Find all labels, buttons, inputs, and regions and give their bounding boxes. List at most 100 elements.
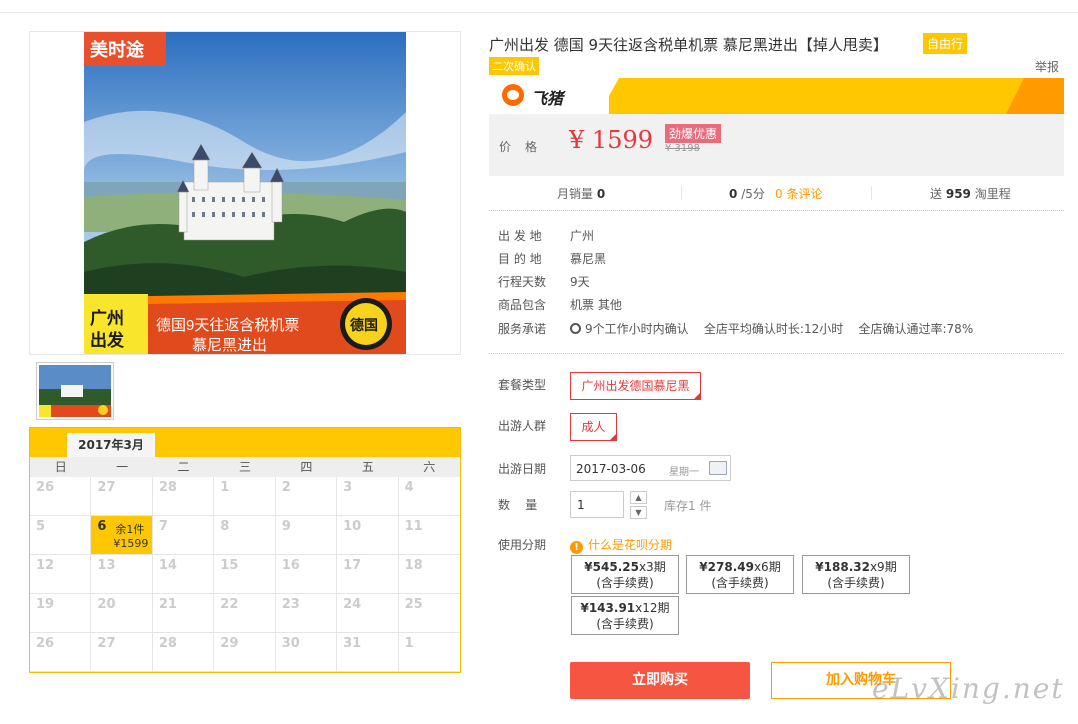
calendar-day[interactable]: 22: [214, 594, 276, 633]
calendar-day[interactable]: 30: [275, 633, 338, 672]
price-box: 价格 ¥ 1599 劲爆优惠 ¥ 3198: [489, 114, 1064, 176]
detail-row-includes: 商品包含 机票 其他: [498, 298, 622, 312]
calendar-day[interactable]: 26: [30, 633, 92, 672]
calendar-weekdays: 日一二三四五六: [30, 457, 460, 477]
day-number: 23: [281, 597, 300, 612]
decrement-button[interactable]: ▼: [630, 506, 647, 519]
original-price: ¥ 3198: [665, 143, 700, 154]
calendar-day[interactable]: 2: [275, 477, 338, 516]
points: 送 959 淘里程: [930, 187, 1011, 201]
day-number: 15: [220, 558, 239, 573]
calendar-day[interactable]: 31: [337, 633, 399, 672]
calendar-day[interactable]: 28: [152, 477, 215, 516]
detail-row-service: 服务承诺 9个工作小时内确认 全店平均确认时长:12小时 全店确认通过率:78%: [498, 322, 974, 336]
weekday-label: 二: [177, 460, 190, 474]
watermark: eLvXing.net: [872, 672, 1065, 705]
product-title: 广州出发 德国 9天往返含税单机票 慕尼黑进出【掉人甩卖】: [489, 36, 888, 54]
calendar-day[interactable]: 11: [398, 516, 460, 555]
installment-plan-6[interactable]: ¥278.49x6期 (含手续费): [686, 555, 794, 594]
top-divider: [0, 12, 1078, 13]
increment-button[interactable]: ▲: [630, 491, 647, 504]
calendar-day[interactable]: 14: [152, 555, 215, 594]
day-number: 3: [343, 480, 353, 495]
calendar-day[interactable]: 9: [275, 516, 338, 555]
calendar-day[interactable]: 26: [30, 477, 92, 516]
calendar-day[interactable]: 20: [91, 594, 153, 633]
product-main-image[interactable]: 美时途 广州 出发 德国9天往返含税机票 慕尼黑进出 德国: [84, 32, 406, 354]
crowd-option[interactable]: 成人: [570, 413, 617, 441]
monthly-sales: 月销量 0: [557, 187, 606, 201]
calendar-day[interactable]: 17: [337, 555, 399, 594]
weekday-label: 四: [300, 460, 313, 474]
day-number: 26: [36, 480, 55, 495]
svg-text:广州: 广州: [90, 308, 124, 328]
brand-name: 飞猪: [531, 89, 564, 108]
weekday-label: 五: [361, 460, 374, 474]
free-travel-tag: 自由行: [923, 33, 968, 54]
calendar-day[interactable]: 24: [337, 594, 399, 633]
detail-row-days: 行程天数 9天: [498, 275, 590, 289]
calendar-day[interactable]: 8: [214, 516, 276, 555]
current-price: ¥ 1599: [569, 126, 653, 154]
day-number: 12: [36, 558, 55, 573]
weekday-label: 三: [238, 460, 251, 474]
calendar-day[interactable]: 4: [398, 477, 460, 516]
calendar-day[interactable]: 7: [152, 516, 215, 555]
calendar-day[interactable]: 10: [337, 516, 399, 555]
calendar-day-selected[interactable]: 6 余1件 ¥1599: [91, 516, 153, 555]
detail-row-destination: 目 的 地慕尼黑: [498, 252, 607, 266]
calendar-day[interactable]: 3: [337, 477, 399, 516]
country-badge: 德国: [350, 317, 378, 333]
stats-bar: 月销量 0 0 /5分 0 条评论 送 959 淘里程: [489, 183, 1064, 203]
calendar-icon[interactable]: [709, 461, 727, 475]
calendar-day[interactable]: 28: [152, 633, 215, 672]
calendar-day[interactable]: 12: [30, 555, 92, 594]
day-number: 28: [158, 480, 177, 495]
quantity-input[interactable]: 1: [570, 491, 624, 518]
day-number: 9: [281, 519, 291, 534]
crowd-label: 出游人群: [498, 419, 547, 433]
calendar-day[interactable]: 1: [214, 477, 276, 516]
day-number: 18: [404, 558, 423, 573]
installment-plan-9[interactable]: ¥188.32x9期 (含手续费): [802, 555, 910, 594]
day-number: 2: [281, 480, 291, 495]
report-link[interactable]: 举报: [1035, 58, 1059, 75]
secondary-confirm-tag: 二次确认: [489, 57, 539, 75]
day-number: 11: [404, 519, 423, 534]
installment-help-link[interactable]: ! 什么是花呗分期: [570, 536, 672, 554]
svg-text:出发: 出发: [90, 330, 125, 350]
day-number: 27: [97, 480, 116, 495]
reviews-link[interactable]: 0 条评论: [775, 185, 822, 202]
booking-calendar: 2017年3月 日一二三四五六 26 27 28 1 2 3 4 5 6 余1件 ¥1599 7 8 9 1…: [29, 427, 461, 673]
calendar-day[interactable]: 21: [152, 594, 215, 633]
calendar-day[interactable]: 1: [398, 633, 460, 672]
buy-now-button[interactable]: 立即购买: [570, 662, 750, 699]
calendar-day[interactable]: 15: [214, 555, 276, 594]
date-picker[interactable]: 2017-03-06 星期一: [570, 455, 731, 481]
day-number: 19: [36, 597, 55, 612]
calendar-day[interactable]: 27: [91, 477, 153, 516]
day-number: 31: [343, 636, 362, 651]
calendar-day[interactable]: 25: [398, 594, 460, 633]
thumbnail-1[interactable]: [36, 362, 114, 420]
installment-label: 使用分期: [498, 538, 547, 552]
info-icon: !: [570, 541, 583, 554]
package-option[interactable]: 广州出发德国慕尼黑: [570, 372, 701, 400]
promo-badge: 劲爆优惠: [665, 124, 722, 143]
calendar-day[interactable]: 5: [30, 516, 92, 555]
calendar-day[interactable]: 13: [91, 555, 153, 594]
calendar-day[interactable]: 29: [214, 633, 276, 672]
calendar-month-title: 2017年3月: [67, 433, 155, 457]
price-label: 价格: [499, 140, 552, 154]
calendar-day[interactable]: 27: [91, 633, 153, 672]
installment-plan-3[interactable]: ¥545.25x3期 (含手续费): [571, 555, 679, 594]
day-number: 21: [158, 597, 177, 612]
calendar-day[interactable]: 16: [275, 555, 338, 594]
day-number: 26: [36, 636, 55, 651]
fliggy-logo-icon: [502, 84, 524, 106]
calendar-day[interactable]: 19: [30, 594, 92, 633]
weekday-label: 一: [116, 460, 129, 474]
installment-plan-12[interactable]: ¥143.91x12期 (含手续费): [571, 596, 679, 635]
calendar-day[interactable]: 23: [275, 594, 338, 633]
calendar-day[interactable]: 18: [398, 555, 460, 594]
